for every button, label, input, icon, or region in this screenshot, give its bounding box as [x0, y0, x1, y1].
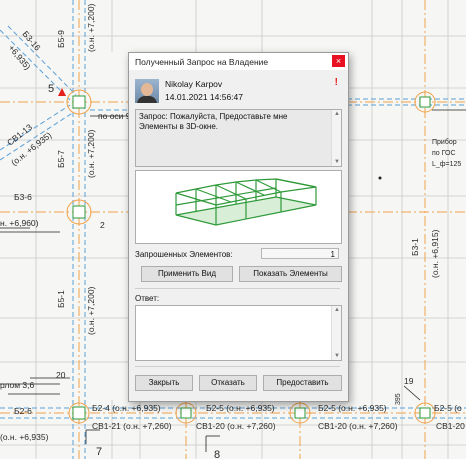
answer-textarea[interactable]: ▲ ▼ — [135, 305, 342, 361]
grid-number-5: 5 — [48, 83, 54, 95]
3d-preview[interactable] — [135, 170, 342, 244]
requested-elements-count: 1 — [261, 248, 339, 259]
scroll-down-icon[interactable]: ▼ — [334, 159, 340, 165]
label-b3-6-level: н. +6,960) — [0, 218, 39, 228]
message-box[interactable]: Запрос: Пожалуйста, Предоставьте мне Эле… — [135, 109, 342, 167]
label-sv1-20-c: СВ1-20 — [436, 421, 465, 431]
label-b2-5-c: Б2-5 (о — [434, 403, 462, 413]
avatar-body — [137, 96, 157, 103]
avatar — [135, 79, 159, 103]
grant-button[interactable]: Предоставить — [263, 375, 342, 391]
grid-number-395: 395 — [395, 393, 402, 405]
divider-top — [135, 288, 340, 289]
grid-number-19: 19 — [404, 376, 414, 386]
grid-number-8: 8 — [214, 449, 220, 459]
dialog-titlebar[interactable]: Полученный Запрос на Владение × — [129, 53, 348, 70]
label-b5-7: Б5-7 — [56, 150, 66, 168]
answer-scrollbar[interactable]: ▲ ▼ — [331, 306, 341, 360]
label-b3-6: Б3-6 — [14, 192, 32, 202]
close-icon[interactable]: × — [332, 55, 345, 67]
label-po-osi-9: по оси 9 — [98, 111, 131, 121]
sender-date: 14.01.2021 14:56:47 — [165, 92, 243, 102]
requested-elements-label: Запрошенных Элементов: — [135, 250, 233, 259]
label-b2-6: Б2-6 — [14, 406, 32, 416]
grid-number-20: 20 — [56, 370, 66, 380]
label-b5-9-level: (о.н. +7,200) — [86, 3, 96, 52]
label-b2-4: Б2-4 (о.н. +6,935) — [92, 403, 161, 413]
label-b3-1-level: (о.н. +6,915) — [430, 229, 440, 278]
answer-scroll-up-icon[interactable]: ▲ — [334, 307, 340, 313]
answer-label: Ответ: — [135, 294, 160, 303]
label-b2-6-level: (о.н. +6,935) — [0, 432, 49, 442]
close-button[interactable]: Закрыть — [135, 375, 193, 391]
label-b3-1: Б3-1 — [410, 238, 420, 256]
label-pribor-3: L_ф=125 — [432, 161, 461, 168]
message-text: Запрос: Пожалуйста, Предоставьте мне Эле… — [139, 112, 288, 131]
reject-button[interactable]: Отказать — [199, 375, 257, 391]
label-pribor-2: по ГОС — [432, 150, 456, 157]
structure-preview-image — [175, 178, 317, 226]
sender-info: Nikolay Karpov 14.01.2021 14:56:47 ! — [135, 73, 342, 107]
message-scrollbar[interactable]: ▲ ▼ — [331, 110, 341, 166]
dialog-title: Полученный Запрос на Владение — [135, 56, 269, 67]
ownership-request-dialog: Полученный Запрос на Владение × Nikolay … — [128, 52, 349, 402]
show-elements-button[interactable]: Показать Элементы — [239, 266, 342, 282]
label-b5-1-level: (о.н. +7,200) — [86, 286, 96, 335]
label-sv1-20-a: СВ1-20 (о.н. +7,260) — [196, 421, 276, 431]
avatar-face — [141, 83, 153, 96]
divider-bottom — [135, 366, 340, 367]
label-b5-1: Б5-1 — [56, 290, 66, 308]
label-pribor-1: Прибор — [432, 138, 457, 146]
label-b2-5-b: Б2-5 (о.н. +6,935) — [318, 403, 387, 413]
apply-view-button[interactable]: Применить Вид — [141, 266, 233, 282]
sender-name: Nikolay Karpov — [165, 79, 223, 89]
scroll-up-icon[interactable]: ▲ — [334, 111, 340, 117]
label-urom: рлом 3,6 — [0, 380, 35, 390]
label-b5-9: Б5-9 — [56, 30, 66, 48]
label-sv1-20-b: СВ1-20 (о.н. +7,260) — [318, 421, 398, 431]
answer-scroll-down-icon[interactable]: ▼ — [334, 353, 340, 359]
label-b2-5-a: Б2-5 (о.н. +6,935) — [206, 403, 275, 413]
priority-icon: ! — [334, 77, 338, 88]
label-sv1-21: СВ1-21 (о.н. +7,260) — [92, 421, 172, 431]
grid-number-2: 2 — [100, 220, 105, 230]
label-b5-7-level: (о.н. +7,200) — [86, 129, 96, 178]
grid-number-7: 7 — [96, 446, 102, 458]
